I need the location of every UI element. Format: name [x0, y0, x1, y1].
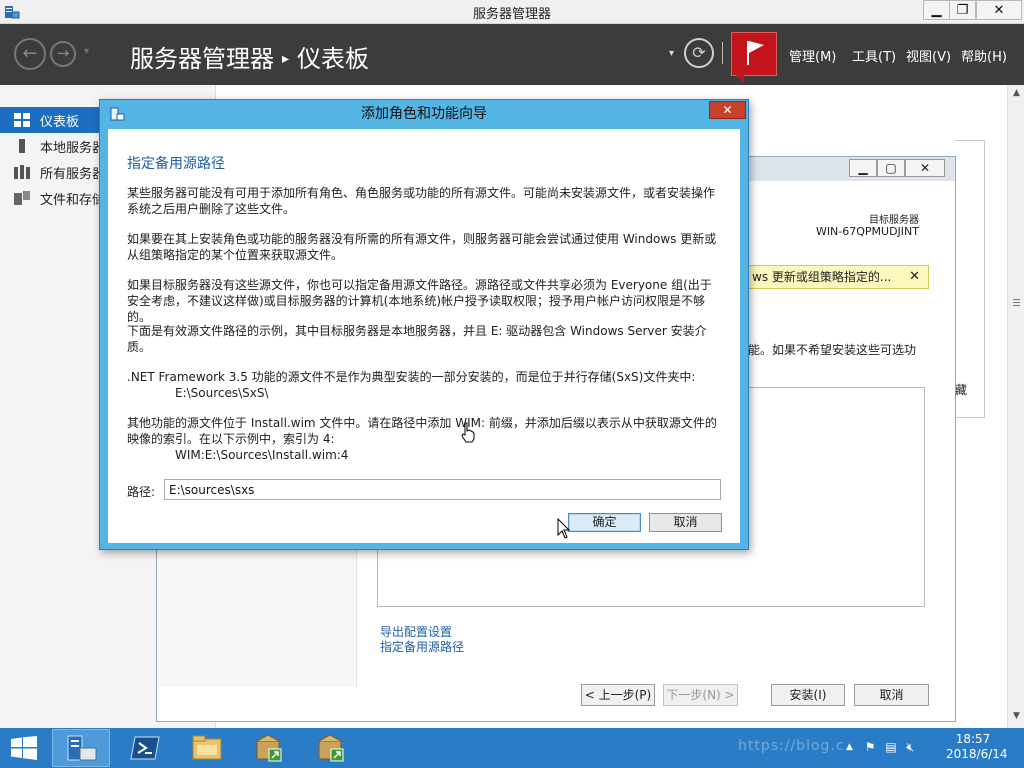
scroll-up-icon[interactable]: ▲ [1008, 88, 1024, 98]
path-label: 路径: [127, 485, 156, 499]
dialog-heading: 指定备用源路径 [127, 156, 225, 172]
close-button[interactable]: ✕ [976, 0, 1022, 20]
arrow-cursor-icon [557, 518, 571, 539]
warning-text: ws 更新或组策略指定的... [752, 270, 892, 284]
paragraph-6-text: 其他功能的源文件位于 Install.wim 文件中。请在路径中添加 WIM: … [127, 416, 717, 446]
install-button[interactable]: 安装(I) [771, 684, 845, 706]
paragraph-6: 其他功能的源文件位于 Install.wim 文件中。请在路径中添加 WIM: … [127, 415, 721, 463]
show-hidden-icons-icon[interactable]: ▲ [846, 742, 853, 752]
paragraph-1: 某些服务器可能没有可用于添加所有角色、角色服务或功能的所有源文件。可能尚未安装源… [127, 186, 716, 216]
taskbar: https://blog.c ▲ ⚑ ▤ 🔇︎ 18:57 2018/6/14 [0, 728, 1024, 768]
target-server-label: 目标服务器 [869, 215, 919, 226]
ok-button[interactable]: 确定 [568, 513, 641, 532]
dialog-cancel-button[interactable]: 取消 [649, 513, 722, 532]
wizard-cancel-button[interactable]: 取消 [854, 684, 929, 706]
scrollbar-grip[interactable] [1013, 299, 1020, 311]
main-scrollbar[interactable]: ▲ ▼ [1007, 85, 1024, 728]
dialog-body: 指定备用源路径 某些服务器可能没有可用于添加所有角色、角色服务或功能的所有源文件… [108, 129, 740, 543]
clock-time: 18:57 [955, 732, 991, 746]
breadcrumb-root: 服务器管理器 [130, 45, 274, 73]
taskbar-file-explorer[interactable] [178, 729, 236, 767]
previous-button[interactable]: < 上一步(P) [581, 684, 655, 706]
wim-example-path: WIM:E:\Sources\Install.wim:4 [175, 448, 349, 462]
taskbar-powershell[interactable] [116, 729, 174, 767]
clock-date: 2018/6/14 [946, 747, 1008, 761]
folder-icon [192, 735, 222, 760]
paragraph-5-text: .NET Framework 3.5 功能的源文件不是作为典型安装的一部分安装的… [127, 370, 696, 384]
breadcrumb: 服务器管理器 ▸ 仪表板 [130, 39, 369, 74]
warning-bar: ws 更新或组策略指定的... ✕ [747, 265, 929, 289]
taskbar-server-manager[interactable] [52, 729, 110, 767]
forward-button[interactable]: → [50, 41, 76, 67]
maximize-button[interactable]: ❐ [949, 0, 976, 20]
wizard-minimize-button[interactable]: ▁ [849, 159, 877, 177]
package-icon [256, 734, 282, 762]
menu-help[interactable]: 帮助(H) [961, 46, 1007, 65]
next-button[interactable]: 下一步(N) > [663, 684, 738, 706]
action-center-flag-icon[interactable]: ⚑ [865, 740, 876, 754]
dialog-title: 添加角色和功能向导 [361, 106, 487, 122]
header-divider [722, 42, 723, 64]
watermark-text: https://blog.c [738, 738, 845, 754]
clock[interactable]: 18:57 2018/6/14 [946, 732, 1008, 762]
paragraph-2: 如果要在其上安装角色或功能的服务器没有所需的所有源文件，则服务器可能会尝试通过使… [127, 232, 717, 262]
arrow-left-icon: ← [22, 43, 38, 64]
sxs-example-path: E:\Sources\SxS\ [175, 386, 269, 400]
notifications-flag-button[interactable] [731, 32, 777, 76]
nav-item-label: 本地服务器 [40, 141, 106, 156]
flag-tail [736, 75, 744, 83]
history-dropdown-icon[interactable]: ▾ [84, 46, 89, 57]
menu-tools[interactable]: 工具(T) [852, 46, 896, 65]
wizard-description-text: 能。如果不希望安装这些可选功 [748, 343, 917, 357]
breadcrumb-separator-icon: ▸ [282, 51, 290, 67]
server-manager-icon [67, 735, 97, 761]
flag-icon [747, 41, 764, 65]
path-input[interactable] [164, 479, 721, 500]
minimize-button[interactable]: ▁ [923, 0, 950, 20]
breadcrumb-page: 仪表板 [297, 45, 370, 73]
back-button[interactable]: ← [14, 38, 46, 70]
paragraph-4: 下面是有效源文件路径的示例，其中目标服务器是本地服务器，并且 E: 驱动器包含 … [127, 324, 707, 354]
arrow-right-icon: → [56, 44, 70, 62]
server-icon [19, 139, 25, 153]
window-titlebar: 服务器管理器 ▁ ❐ ✕ [0, 0, 1024, 24]
dashboard-icon [14, 113, 30, 127]
storage-icon [14, 191, 30, 205]
menu-manage[interactable]: 管理(M) [789, 46, 836, 65]
alternate-source-link[interactable]: 指定备用源路径 [380, 638, 464, 655]
refresh-button[interactable]: ⟳ [684, 38, 714, 68]
alternate-source-dialog: 添加角色和功能向导 ✕ 指定备用源路径 某些服务器可能没有可用于添加所有角色、角… [99, 99, 749, 550]
target-server-value: WIN-67QPMUDJINT [815, 225, 919, 238]
paragraph-3: 如果目标服务器没有这些源文件，你也可以指定备用源文件路径。源路径或文件共享必须为… [127, 278, 712, 324]
hand-cursor-icon [461, 422, 475, 443]
package-icon [318, 734, 344, 762]
taskbar-installer-2[interactable] [302, 729, 360, 767]
scroll-down-icon[interactable]: ▼ [1008, 711, 1024, 721]
windows-start-icon[interactable] [10, 736, 38, 760]
wizard-partial-text: 藏 [955, 383, 968, 397]
nav-item-label: 仪表板 [40, 115, 80, 130]
servers-icon [14, 165, 30, 179]
window-title: 服务器管理器 [472, 7, 551, 22]
system-tray: ▲ ⚑ ▤ 🔇︎ [846, 740, 914, 755]
powershell-icon [130, 736, 160, 760]
taskbar-installer-1[interactable] [240, 729, 298, 767]
dialog-close-button[interactable]: ✕ [709, 101, 746, 119]
dashboard-tile [955, 140, 985, 418]
wizard-maximize-button[interactable]: ▢ [877, 159, 905, 177]
dropdown-icon[interactable]: ▾ [669, 48, 674, 59]
menu-view[interactable]: 视图(V) [906, 46, 951, 65]
app-header: ← → ▾ 服务器管理器 ▸ 仪表板 ▾ ⟳ 管理(M) 工具(T) 视图(V) 帮… [0, 24, 1024, 85]
paragraph-5: .NET Framework 3.5 功能的源文件不是作为典型安装的一部分安装的… [127, 369, 721, 401]
refresh-icon: ⟳ [692, 43, 706, 62]
warning-close-button[interactable]: ✕ [909, 266, 920, 288]
wizard-close-button[interactable]: ✕ [905, 159, 945, 177]
nav-item-label: 所有服务器 [40, 167, 106, 182]
volume-muted-icon[interactable]: 🔇︎ [907, 740, 915, 754]
network-icon[interactable]: ▤ [885, 740, 896, 754]
